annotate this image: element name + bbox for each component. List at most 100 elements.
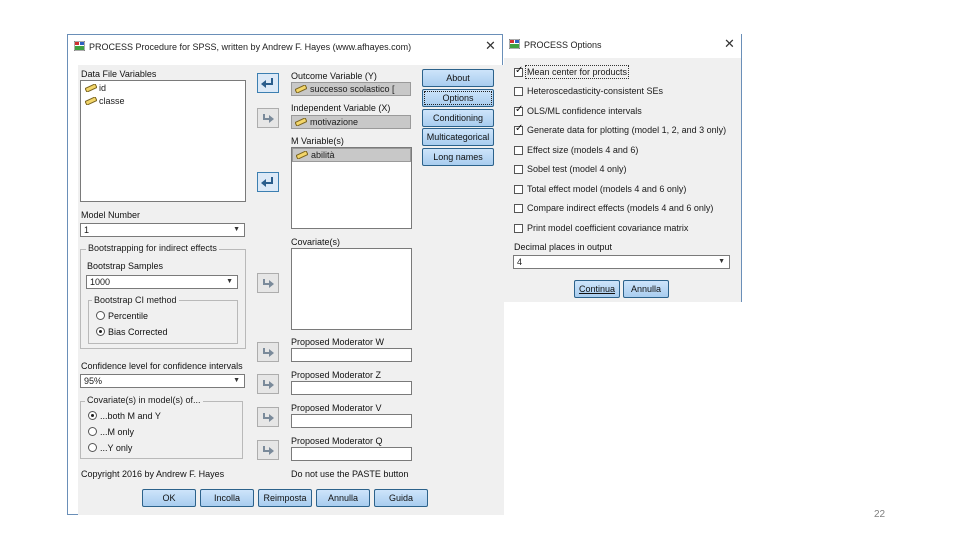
- moderator-v-field[interactable]: [291, 414, 412, 428]
- mvar-label: M Variable(s): [291, 136, 344, 146]
- arrow-right-icon: [263, 446, 274, 455]
- bootstrap-samples-value: 1000: [90, 277, 111, 287]
- bootstrap-group-caption: Bootstrapping for indirect effects: [86, 243, 219, 253]
- bias-corrected-radio[interactable]: [96, 327, 105, 336]
- m-only-radio[interactable]: [88, 427, 97, 436]
- copyright-text: Copyright 2016 by Andrew F. Hayes: [81, 469, 225, 479]
- total-effect-label: Total effect model (models 4 and 6 only): [527, 184, 687, 194]
- both-m-y-radio[interactable]: [88, 411, 97, 420]
- list-item[interactable]: id: [83, 83, 106, 93]
- ok-button[interactable]: OK: [142, 489, 196, 507]
- annulla-button[interactable]: Annulla: [316, 489, 370, 507]
- moderator-q-field[interactable]: [291, 447, 412, 461]
- bias-corrected-label: Bias Corrected: [108, 327, 168, 337]
- model-number-select[interactable]: 1 ▼: [80, 223, 245, 237]
- slide-page-number: 22: [874, 509, 886, 520]
- conditioning-button[interactable]: Conditioning: [422, 109, 494, 127]
- moderator-w-label: Proposed Moderator W: [291, 337, 385, 347]
- covariance-matrix-label: Print model coefficient covariance matri…: [527, 223, 689, 233]
- moderator-v-label: Proposed Moderator V: [291, 403, 382, 413]
- outcome-label: Outcome Variable (Y): [291, 71, 377, 81]
- decimal-places-select[interactable]: 4 ▼: [513, 255, 730, 269]
- independent-field[interactable]: motivazione: [291, 115, 411, 129]
- both-m-y-label: ...both M and Y: [100, 411, 161, 421]
- move-outcome-button[interactable]: [257, 73, 279, 93]
- options-dialog: PROCESS Options ✕ Mean center for produc…: [504, 34, 742, 302]
- moderator-z-label: Proposed Moderator Z: [291, 370, 382, 380]
- incolla-button[interactable]: Incolla: [200, 489, 254, 507]
- move-moderator-w-button[interactable]: [257, 342, 279, 362]
- move-mvar-button[interactable]: [257, 172, 279, 192]
- options-title: PROCESS Options: [524, 40, 602, 50]
- mean-center-label: Mean center for products: [524, 65, 630, 79]
- bootstrap-samples-select[interactable]: 1000 ▼: [86, 275, 238, 289]
- arrow-return-icon: [261, 177, 273, 187]
- options-close-icon[interactable]: ✕: [724, 37, 735, 50]
- model-number-label: Model Number: [81, 210, 141, 220]
- variable-name: classe: [99, 96, 125, 106]
- data-file-variables-label: Data File Variables: [81, 69, 157, 79]
- ci-method-caption: Bootstrap CI method: [92, 295, 179, 305]
- options-annulla-button[interactable]: Annulla: [623, 280, 669, 298]
- compare-indirect-checkbox[interactable]: [514, 204, 523, 213]
- covariates-list[interactable]: [291, 248, 412, 330]
- sobel-test-label: Sobel test (model 4 only): [527, 164, 627, 174]
- arrow-right-icon: [263, 114, 274, 123]
- covariates-in-caption: Covariate(s) in model(s) of...: [85, 395, 203, 405]
- process-close-icon[interactable]: ✕: [485, 39, 496, 52]
- multicategorical-button[interactable]: Multicategorical: [422, 128, 494, 146]
- percentile-label: Percentile: [108, 311, 149, 321]
- long-names-button[interactable]: Long names: [422, 148, 494, 166]
- reimposta-button[interactable]: Reimposta: [258, 489, 312, 507]
- process-title: PROCESS Procedure for SPSS, written by A…: [89, 42, 412, 52]
- arrow-right-icon: [263, 413, 274, 422]
- mvar-item[interactable]: abilità: [292, 148, 411, 162]
- move-moderator-q-button[interactable]: [257, 440, 279, 460]
- decimal-places-label: Decimal places in output: [514, 242, 613, 252]
- move-moderator-v-button[interactable]: [257, 407, 279, 427]
- model-number-value: 1: [84, 225, 90, 235]
- move-covariate-button[interactable]: [257, 273, 279, 293]
- confidence-select[interactable]: 95% ▼: [80, 374, 245, 388]
- moderator-w-field[interactable]: [291, 348, 412, 362]
- effect-size-checkbox[interactable]: [514, 146, 523, 155]
- mvar-value: abilità: [311, 150, 335, 160]
- bootstrap-samples-label: Bootstrap Samples: [87, 261, 164, 271]
- mean-center-checkbox[interactable]: [514, 65, 523, 77]
- sobel-test-checkbox[interactable]: [514, 165, 523, 174]
- total-effect-checkbox[interactable]: [514, 185, 523, 194]
- outcome-field[interactable]: successo scolastico [: [291, 82, 411, 96]
- mvar-list[interactable]: abilità: [291, 147, 412, 229]
- spss-window-icon: [74, 41, 85, 51]
- percentile-radio[interactable]: [96, 311, 105, 320]
- about-button[interactable]: About: [422, 69, 494, 87]
- paste-note: Do not use the PASTE button: [291, 469, 409, 479]
- y-only-radio[interactable]: [88, 443, 97, 452]
- options-title-bar[interactable]: PROCESS Options ✕: [504, 34, 741, 56]
- list-item[interactable]: classe: [83, 96, 125, 106]
- arrow-right-icon: [263, 380, 274, 389]
- move-moderator-z-button[interactable]: [257, 374, 279, 394]
- continua-button[interactable]: Continua: [574, 280, 620, 298]
- guida-button[interactable]: Guida: [374, 489, 428, 507]
- ruler-variable-icon: [85, 84, 97, 92]
- moderator-q-label: Proposed Moderator Q: [291, 436, 383, 446]
- data-file-variables-list[interactable]: id classe: [80, 80, 246, 202]
- compare-indirect-label: Compare indirect effects (models 4 and 6…: [527, 203, 714, 213]
- independent-label: Independent Variable (X): [291, 103, 391, 113]
- hc-ses-checkbox[interactable]: [514, 87, 523, 96]
- moderator-z-field[interactable]: [291, 381, 412, 395]
- ols-ml-ci-checkbox[interactable]: [514, 104, 523, 116]
- outcome-value: successo scolastico [: [310, 84, 395, 94]
- plot-data-checkbox[interactable]: [514, 123, 523, 135]
- process-title-bar[interactable]: PROCESS Procedure for SPSS, written by A…: [68, 35, 502, 57]
- move-independent-button[interactable]: [257, 108, 279, 128]
- options-button[interactable]: Options: [422, 89, 494, 107]
- covariance-matrix-checkbox[interactable]: [514, 224, 523, 233]
- m-only-label: ...M only: [100, 427, 135, 437]
- ruler-variable-icon: [295, 85, 307, 93]
- ols-ml-ci-label: OLS/ML confidence intervals: [527, 106, 642, 116]
- ruler-variable-icon: [85, 97, 97, 105]
- dropdown-chevron-icon: ▼: [718, 258, 725, 265]
- dropdown-chevron-icon: ▼: [233, 226, 240, 233]
